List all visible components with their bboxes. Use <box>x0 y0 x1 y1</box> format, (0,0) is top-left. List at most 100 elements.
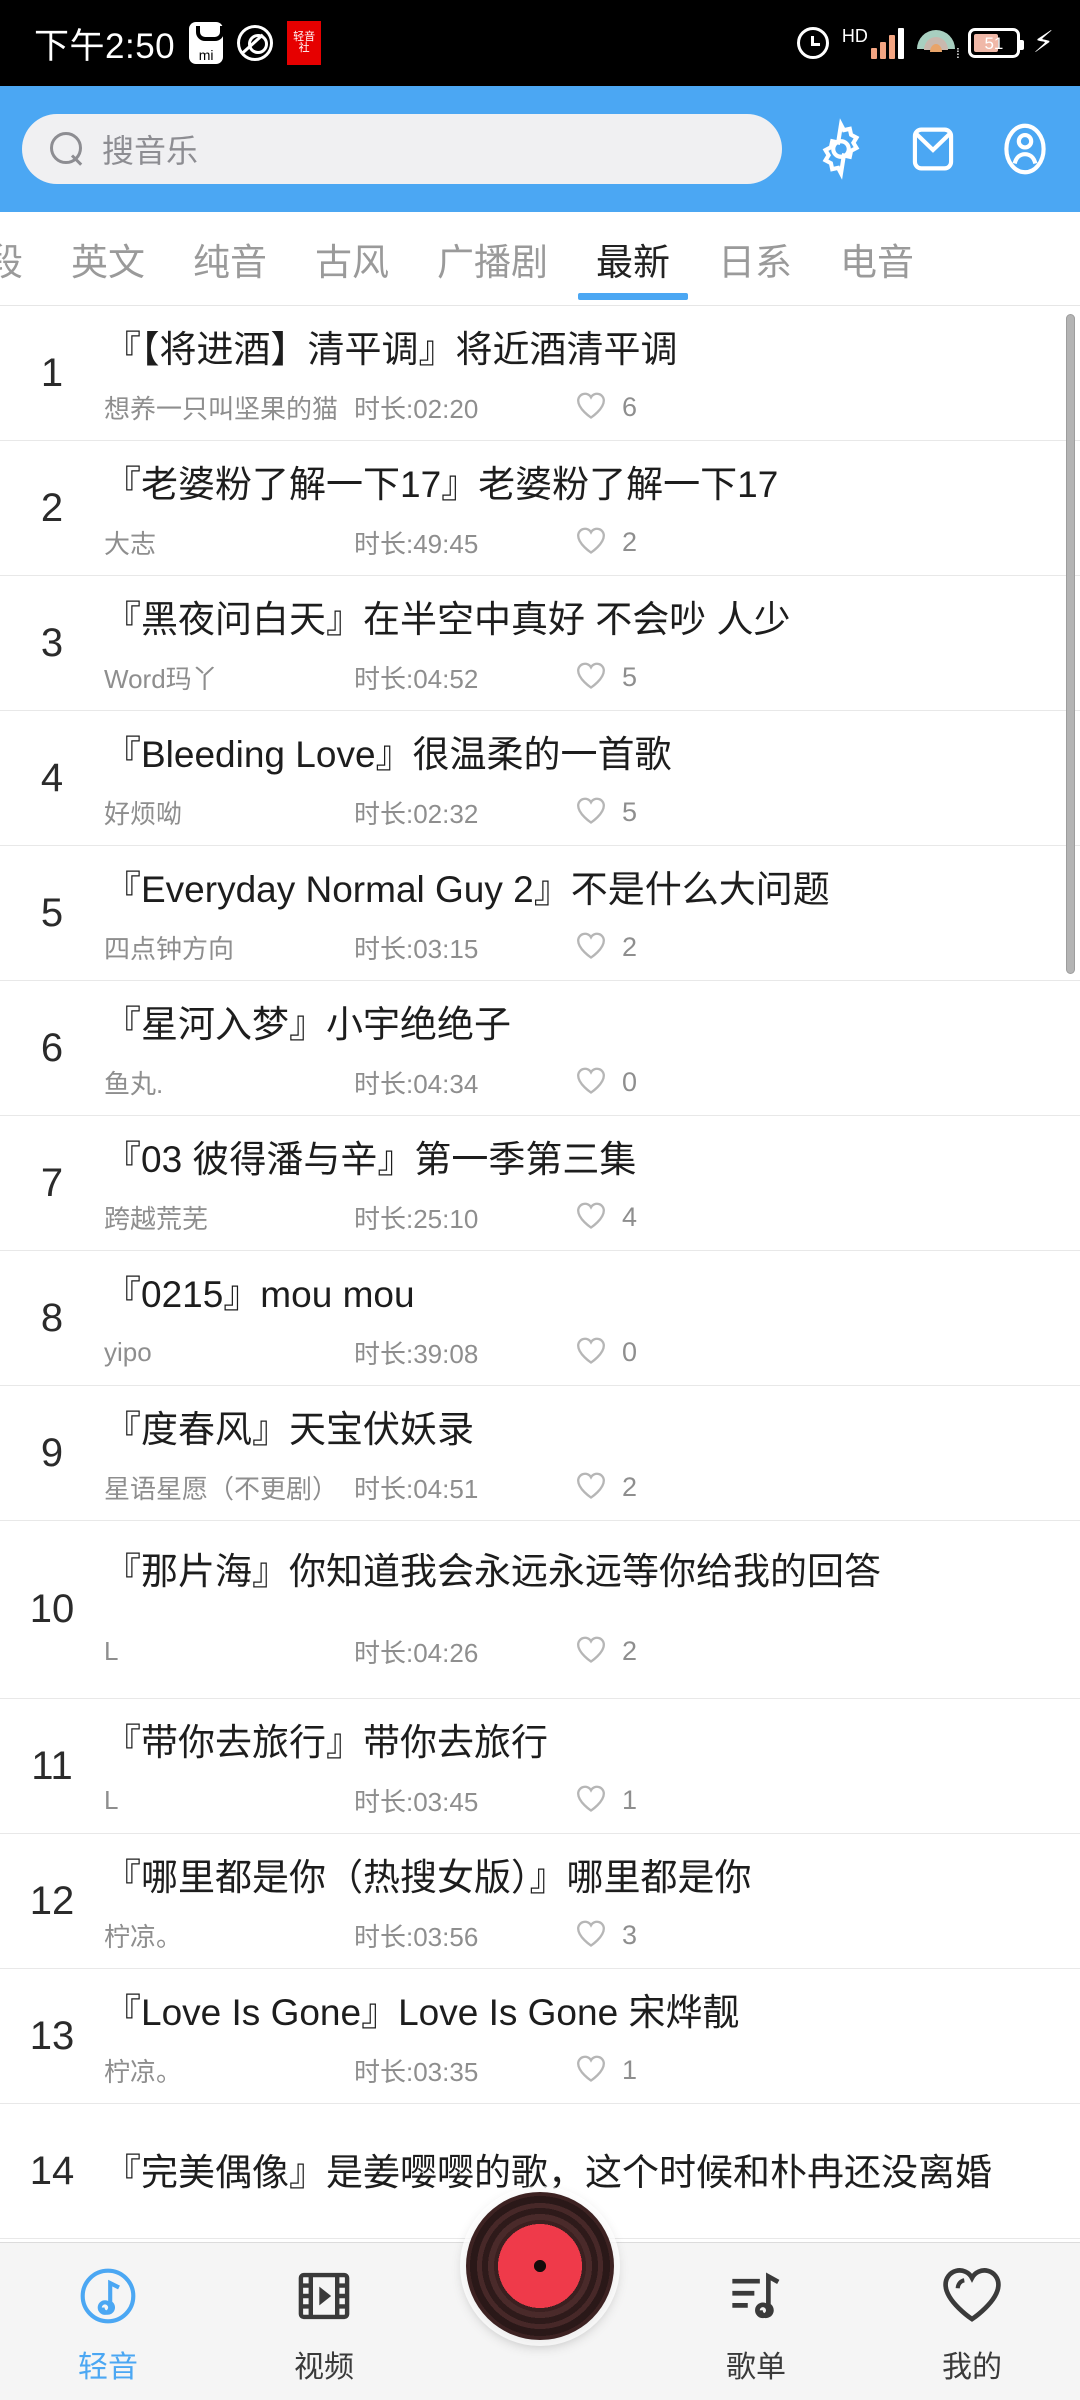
tab-6[interactable]: 日系 <box>694 212 816 305</box>
heart-icon[interactable] <box>574 1335 608 1370</box>
like-control[interactable]: 0 <box>574 1065 637 1100</box>
song-list[interactable]: 1 『【将进酒】清平调』将近酒清平调 想养一只叫坚果的猫 时长:02:20 6 2 『老婆粉… <box>0 306 1080 2242</box>
song-artist: L <box>104 1784 119 1815</box>
like-control[interactable]: 4 <box>574 1200 637 1235</box>
hd-signal-icon: HD <box>842 27 904 59</box>
heart-icon[interactable] <box>574 1200 608 1235</box>
search-input[interactable]: 搜音乐 <box>22 114 782 184</box>
song-duration: 时长:25:10 <box>354 1203 479 1234</box>
song-body: 『Everyday Normal Guy 2』不是什么大问题四点钟方向 时长:03… <box>104 846 1064 980</box>
song-meta: 星语星愿（不更剧） 时长:04:51 2 <box>104 1469 1064 1506</box>
category-tab-bar[interactable]: 段 英文 纯音 古风 广播剧 最新 日系 电音 <box>0 212 1080 306</box>
like-count: 2 <box>622 526 638 557</box>
heart-icon[interactable] <box>574 1470 608 1505</box>
mail-icon[interactable] <box>902 118 964 180</box>
gear-icon[interactable] <box>810 118 872 180</box>
like-control[interactable]: 3 <box>574 1918 637 1953</box>
tab-4[interactable]: 广播剧 <box>413 212 572 305</box>
like-control[interactable]: 5 <box>574 795 637 830</box>
song-row[interactable]: 10 『那片海』你知道我会永远永远等你给我的回答 L 时长:04:26 2 <box>0 1521 1080 1699</box>
song-duration: 时长:04:52 <box>354 663 479 694</box>
nav-label: 轻音 <box>78 2351 138 2384</box>
song-artist: 星语星愿（不更剧） <box>104 1473 339 1504</box>
song-row[interactable]: 11 『带你去旅行』带你去旅行 L 时长:03:45 1 <box>0 1699 1080 1834</box>
song-row[interactable]: 7 『03 彼得潘与辛』第一季第三集 跨越荒芜 时长:25:10 4 <box>0 1116 1080 1251</box>
song-index: 3 <box>40 620 64 665</box>
like-control[interactable]: 2 <box>574 1470 637 1505</box>
like-control[interactable]: 1 <box>574 1783 637 1818</box>
heart-icon[interactable] <box>574 1634 608 1669</box>
tab-7[interactable]: 电音 <box>816 212 938 305</box>
heart-icon[interactable] <box>574 2053 608 2088</box>
nav-item-我的[interactable]: 我的 <box>864 2263 1080 2386</box>
like-control[interactable]: 2 <box>574 930 637 965</box>
like-control[interactable]: 5 <box>574 660 637 695</box>
vinyl-record-player-button[interactable] <box>466 2192 614 2340</box>
alarm-icon <box>796 27 829 59</box>
status-bar: 下午2:50 轻音社 HD ⁞ 51 ⚡ <box>0 0 1080 86</box>
user-icon[interactable] <box>994 118 1056 180</box>
app-header: 搜音乐 <box>0 86 1080 212</box>
app-root: 下午2:50 轻音社 HD ⁞ 51 ⚡ 搜音乐 <box>0 0 1080 2400</box>
tab-2[interactable]: 纯音 <box>169 212 291 305</box>
tab-1[interactable]: 英文 <box>47 212 169 305</box>
song-row[interactable]: 8 『0215』mou mou yipo 时长:39:08 0 <box>0 1251 1080 1386</box>
battery-level: 51 <box>984 33 1004 53</box>
song-index: 1 <box>40 350 64 395</box>
tab-3[interactable]: 古风 <box>291 212 413 305</box>
song-row[interactable]: 3 『黑夜问白天』在半空中真好 不会吵 人少 Word玛丫 时长:04:52 5 <box>0 576 1080 711</box>
search-placeholder: 搜音乐 <box>102 133 199 169</box>
song-row[interactable]: 12 『哪里都是你（热搜女版）』哪里都是你 柠凉。 时长:03:56 3 <box>0 1834 1080 1969</box>
heart-icon[interactable] <box>574 1918 608 1953</box>
heart-icon[interactable] <box>574 525 608 560</box>
heart-icon[interactable] <box>574 795 608 830</box>
song-artist: 四点钟方向 <box>104 933 235 964</box>
song-meta: 想养一只叫坚果的猫 时长:02:20 6 <box>104 389 1064 426</box>
song-meta: 四点钟方向 时长:03:15 2 <box>104 929 1064 966</box>
heart-icon[interactable] <box>574 1065 608 1100</box>
list-scrollbar[interactable] <box>1066 314 1075 974</box>
song-row[interactable]: 6 『星河入梦』小宇绝绝子 鱼丸. 时长:04:34 0 <box>0 981 1080 1116</box>
charging-bolt-icon: ⚡ <box>1032 26 1054 59</box>
song-title: 『哪里都是你（热搜女版）』哪里都是你 <box>104 1856 752 1898</box>
tab-active-5[interactable]: 最新 <box>572 212 694 305</box>
wifi-icon: ⁞ <box>916 28 960 60</box>
nav-item-轻音[interactable]: 轻音 <box>0 2263 216 2386</box>
song-row[interactable]: 1 『【将进酒】清平调』将近酒清平调 想养一只叫坚果的猫 时长:02:20 6 <box>0 306 1080 441</box>
heart-icon[interactable] <box>574 660 608 695</box>
nav-item-视频[interactable]: 视频 <box>216 2263 432 2386</box>
song-body: 『【将进酒】清平调』将近酒清平调 想养一只叫坚果的猫 时长:02:20 6 <box>104 306 1064 440</box>
song-title: 『Everyday Normal Guy 2』不是什么大问题 <box>104 868 830 910</box>
like-control[interactable]: 2 <box>574 525 637 560</box>
like-control[interactable]: 6 <box>574 390 637 425</box>
song-row[interactable]: 2 『老婆粉了解一下17』老婆粉了解一下17 大志 时长:49:45 2 <box>0 441 1080 576</box>
like-control[interactable]: 1 <box>574 2053 637 2088</box>
like-count: 5 <box>622 796 638 827</box>
heart-icon[interactable] <box>574 390 608 425</box>
like-control[interactable]: 0 <box>574 1335 637 1370</box>
hd-label: HD <box>841 26 868 46</box>
nav-item-歌单[interactable]: 歌单 <box>648 2263 864 2386</box>
song-artist: 鱼丸. <box>104 1068 164 1099</box>
tab-label: 电音 <box>840 241 914 283</box>
song-row[interactable]: 5 『Everyday Normal Guy 2』不是什么大问题 四点钟方向 时长:0… <box>0 846 1080 981</box>
song-index: 13 <box>29 2013 75 2058</box>
song-artist: 想养一只叫坚果的猫 <box>104 393 339 424</box>
like-control[interactable]: 2 <box>574 1634 637 1669</box>
song-row[interactable]: 13 『Love Is Gone』Love Is Gone 宋烨靓 柠凉。 时长:03… <box>0 1969 1080 2104</box>
song-row[interactable]: 9 『度春风』天宝伏妖录 星语星愿（不更剧） 时长:04:51 2 <box>0 1386 1080 1521</box>
song-duration: 时长:04:26 <box>354 1638 479 1668</box>
status-bar-right: HD ⁞ 51 ⚡ <box>796 26 1054 60</box>
tab-label: 纯音 <box>193 241 267 283</box>
song-index: 12 <box>29 1878 75 1923</box>
heart-icon[interactable] <box>574 1783 608 1818</box>
song-row[interactable]: 4 『Bleeding Love』很温柔的一首歌 好烦呦 时长:02:32 5 <box>0 711 1080 846</box>
song-body: 『Bleeding Love』很温柔的一首歌 好烦呦 时长:02:32 5 <box>104 711 1064 845</box>
song-body: 『Love Is Gone』Love Is Gone 宋烨靓 柠凉。 时长:03:3… <box>104 1969 1064 2103</box>
song-body: 『带你去旅行』带你去旅行 L 时长:03:45 1 <box>104 1699 1064 1833</box>
vinyl-record-icon[interactable] <box>466 2192 614 2340</box>
song-meta: 跨越荒芜 时长:25:10 4 <box>104 1199 1064 1236</box>
tab-0[interactable]: 段 <box>0 212 47 305</box>
tab-label: 段 <box>0 232 23 286</box>
heart-icon[interactable] <box>574 930 608 965</box>
